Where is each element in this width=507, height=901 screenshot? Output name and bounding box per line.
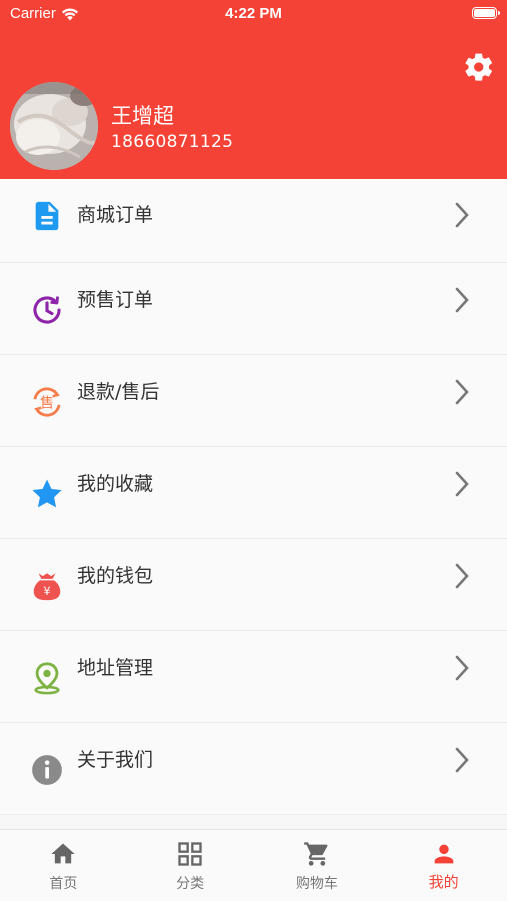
tab-label: 购物车 (295, 876, 338, 892)
star-icon (32, 479, 62, 508)
chevron-right-icon (455, 202, 469, 228)
tab-category[interactable]: 分类 (127, 830, 254, 901)
chevron-right-icon (455, 563, 469, 589)
grid-icon (178, 842, 202, 866)
refund-icon: 售 (33, 387, 61, 417)
menu-item-label: 关于我们 (77, 749, 154, 771)
menu-item-label: 我的钱包 (77, 565, 154, 587)
clock-icon (33, 296, 61, 324)
status-time: 4:22 PM (225, 5, 282, 22)
tab-cart[interactable]: 购物车 (254, 830, 381, 901)
home-icon (51, 843, 76, 864)
chevron-right-icon (455, 747, 469, 773)
bottom-tab-bar: 首页 分类 购物车 我的 (0, 829, 507, 901)
status-bar: Carrier 4:22 PM (0, 0, 507, 28)
profile-header: Carrier 4:22 PM 王增超 18660871125 (0, 0, 507, 179)
menu-item-favorites[interactable]: 我的收藏 (0, 447, 507, 539)
cart-icon (304, 842, 328, 866)
chevron-right-icon (455, 287, 469, 313)
menu-item-label: 地址管理 (77, 657, 154, 679)
tab-label: 分类 (176, 876, 205, 892)
location-icon (34, 662, 60, 695)
info-icon (32, 755, 62, 785)
menu-item-label: 预售订单 (77, 289, 154, 311)
user-name: 王增超 (111, 104, 174, 128)
avatar-photo (10, 82, 98, 170)
avatar[interactable] (10, 82, 98, 170)
menu-item-mall-orders[interactable]: 商城订单 (0, 179, 507, 263)
chevron-right-icon (455, 655, 469, 681)
svg-text:¥: ¥ (43, 584, 50, 598)
chevron-right-icon (455, 379, 469, 405)
chevron-right-icon (455, 471, 469, 497)
tab-home[interactable]: 首页 (0, 830, 127, 901)
wallet-icon: ¥ (33, 573, 61, 601)
menu-item-about[interactable]: 关于我们 (0, 723, 507, 815)
person-icon (434, 844, 453, 864)
tab-mine[interactable]: 我的 (380, 830, 507, 901)
menu-item-label: 退款/售后 (77, 381, 160, 403)
menu-item-wallet[interactable]: ¥ 我的钱包 (0, 539, 507, 631)
menu-item-label: 商城订单 (77, 204, 154, 226)
menu-item-label: 我的收藏 (77, 473, 154, 495)
battery-icon (472, 7, 500, 19)
tab-label: 首页 (49, 876, 78, 892)
menu-list: 商城订单 预售订单 售 退款/售后 我的收藏 ¥ 我的钱包 地址管理 关于我们 (0, 179, 507, 815)
menu-item-address[interactable]: 地址管理 (0, 631, 507, 723)
menu-item-refund[interactable]: 售 退款/售后 (0, 355, 507, 447)
gear-icon[interactable] (463, 51, 495, 83)
tab-label: 我的 (428, 873, 459, 891)
user-phone: 18660871125 (111, 132, 234, 152)
document-icon (35, 201, 59, 231)
svg-text:售: 售 (40, 395, 54, 412)
menu-item-presale-orders[interactable]: 预售订单 (0, 263, 507, 355)
